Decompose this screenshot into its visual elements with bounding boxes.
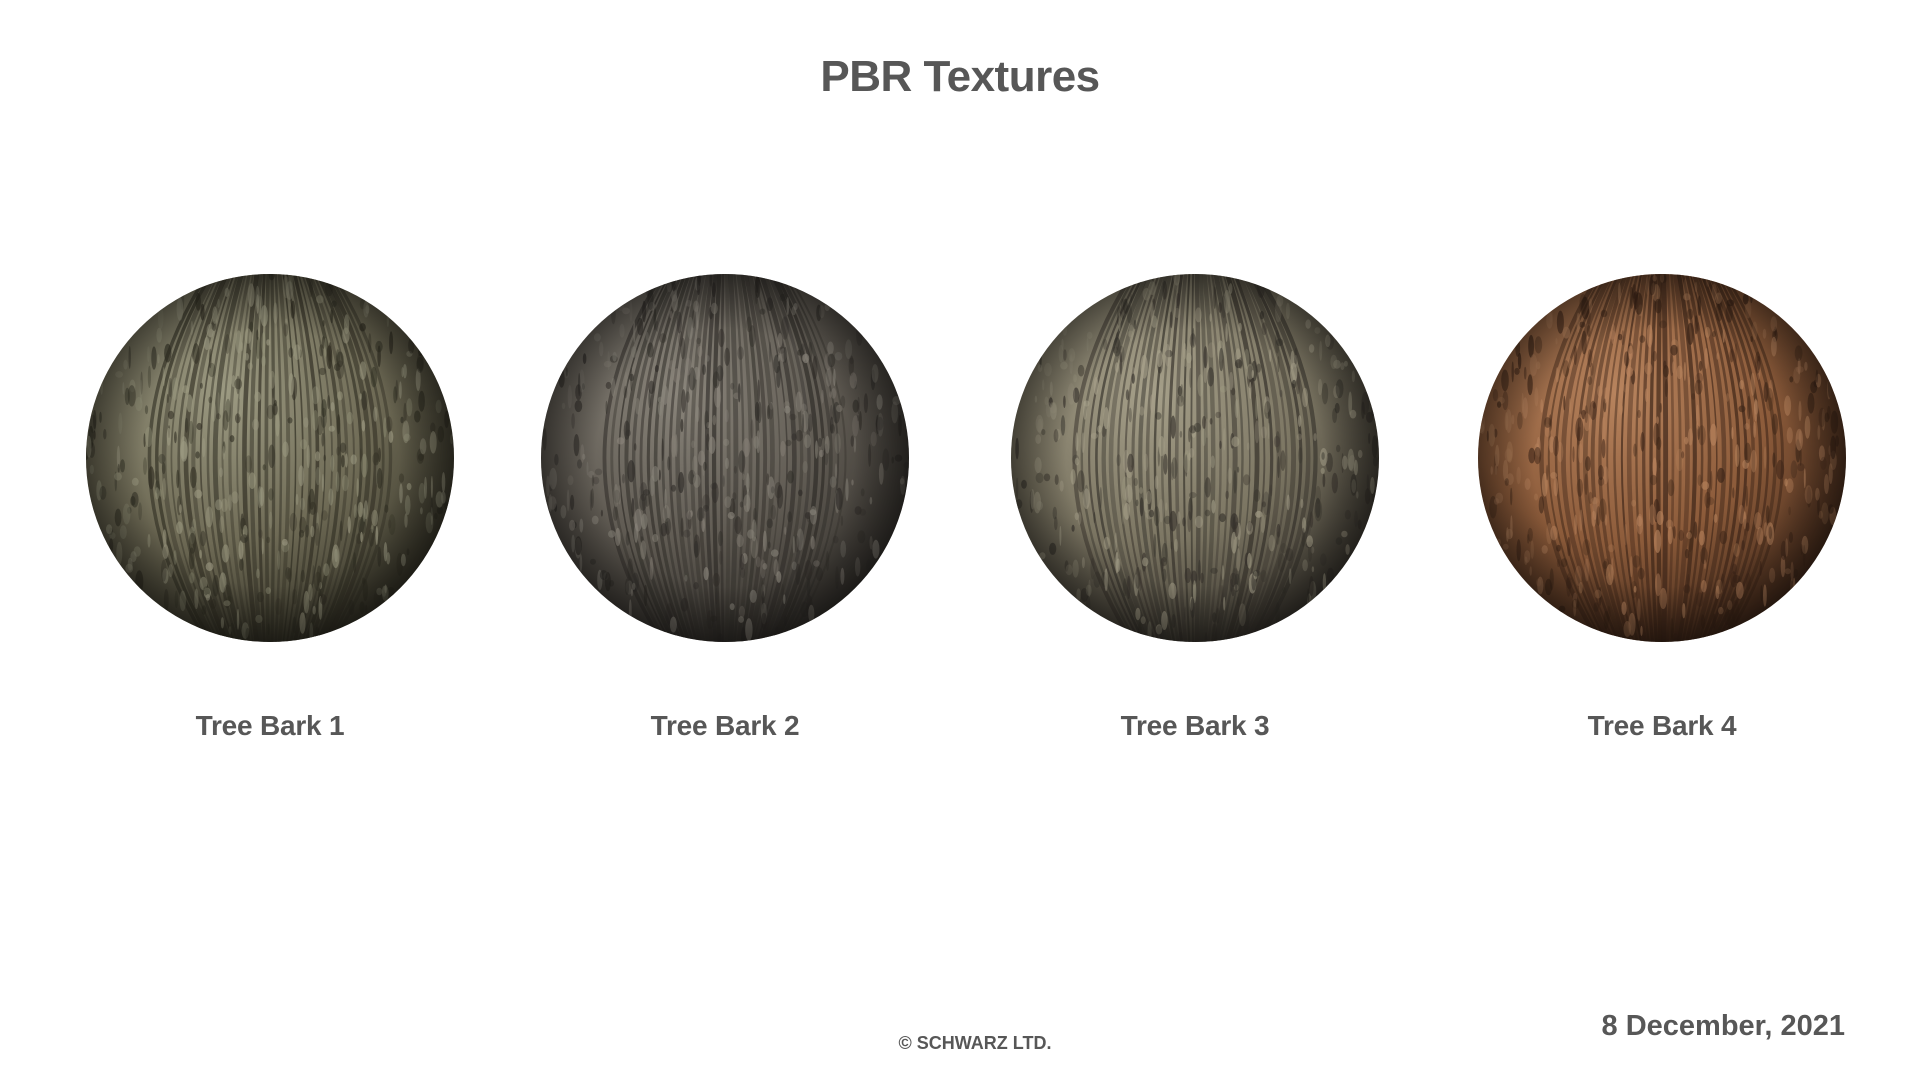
tree-bark-sphere-image <box>1474 270 1850 646</box>
material-card-4[interactable]: Tree Bark 4 <box>1462 270 1862 750</box>
tree-bark-sphere-image <box>1007 270 1383 646</box>
date-text: 8 December, 2021 <box>1601 1010 1845 1042</box>
tree-bark-sphere-image <box>537 270 913 646</box>
material-card-2[interactable]: Tree Bark 2 <box>525 270 925 750</box>
material-card-1[interactable]: Tree Bark 1 <box>70 270 470 750</box>
material-label: Tree Bark 4 <box>1587 710 1737 741</box>
material-label: Tree Bark 1 <box>195 710 345 741</box>
tree-bark-sphere-image <box>82 270 458 646</box>
material-card-3[interactable]: Tree Bark 3 <box>995 270 1395 750</box>
material-label: Tree Bark 3 <box>1120 710 1270 741</box>
page-title: PBR Textures <box>820 52 1100 101</box>
material-label: Tree Bark 2 <box>650 710 800 741</box>
